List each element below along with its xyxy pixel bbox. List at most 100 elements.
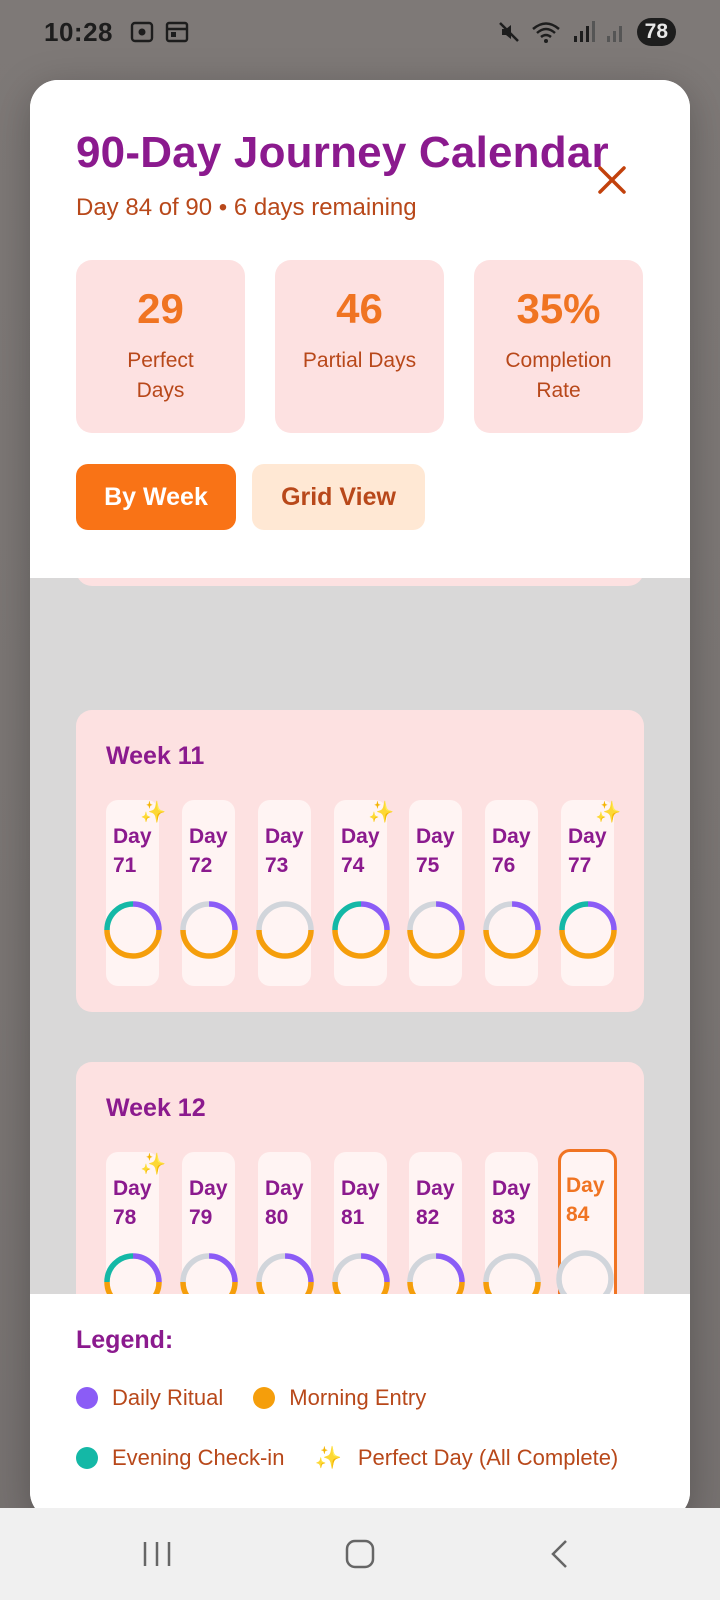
stat-label: Perfect Days bbox=[127, 349, 194, 402]
day-label: Day 78 bbox=[113, 1177, 152, 1229]
day-cell[interactable]: Day 79 bbox=[180, 1152, 238, 1294]
day-label: Day 72 bbox=[189, 825, 228, 877]
stat-value: 35% bbox=[516, 285, 601, 332]
day-label: Day 79 bbox=[189, 1177, 228, 1229]
grid-view-button[interactable]: Grid View bbox=[252, 464, 425, 530]
back-icon bbox=[551, 1540, 567, 1568]
sparkles-icon: ✨ bbox=[368, 801, 395, 824]
calendar-app-icon bbox=[165, 21, 189, 43]
legend-item-perfect-day: ✨ Perfect Day (All Complete) bbox=[314, 1445, 618, 1471]
day-cell[interactable]: Day 74 ✨ bbox=[332, 800, 394, 986]
day-cell[interactable]: Day 76 bbox=[483, 800, 541, 986]
progress-ring-icon bbox=[256, 1253, 314, 1294]
sparkles-icon: ✨ bbox=[140, 801, 167, 824]
modal-header: 90-Day Journey Calendar Day 84 of 90 • 6… bbox=[30, 80, 690, 578]
status-left-icons bbox=[129, 20, 189, 44]
progress-ring-icon bbox=[556, 1250, 614, 1294]
progress-ring-icon bbox=[104, 1253, 162, 1294]
journey-calendar-modal: 90-Day Journey Calendar Day 84 of 90 • 6… bbox=[30, 80, 690, 1520]
progress-ring-icon bbox=[104, 901, 162, 959]
teal-dot-icon bbox=[76, 1447, 98, 1469]
day-cell[interactable]: Day 72 bbox=[180, 800, 238, 986]
week-days-row: Day 71 ✨ Day 72 Day 73 Day 74 ✨ Day 75 Day 76 Da… bbox=[104, 800, 621, 986]
signal-icon bbox=[573, 21, 595, 42]
stat-perfect-days: 29 Perfect Days bbox=[76, 260, 245, 433]
legend-label: Daily Ritual bbox=[112, 1385, 224, 1410]
day-cell[interactable]: Day 80 bbox=[256, 1152, 314, 1294]
stat-completion-rate: 35% Completion Rate bbox=[474, 260, 643, 433]
status-bar: 10:28 78 bbox=[0, 0, 720, 64]
orange-dot-icon bbox=[253, 1387, 276, 1409]
progress-ring-icon bbox=[483, 1253, 541, 1294]
purple-dot-icon bbox=[76, 1387, 98, 1409]
day-cell[interactable]: Day 71 ✨ bbox=[104, 800, 166, 986]
stat-label: Partial Days bbox=[302, 349, 417, 372]
stat-value: 29 bbox=[137, 285, 184, 332]
day-label: Day 82 bbox=[416, 1177, 455, 1229]
progress-ring-icon bbox=[407, 1253, 465, 1294]
recent-apps-icon bbox=[143, 1542, 171, 1566]
week-card: Week 11 Day 71 ✨ Day 72 Day 73 Day 74 ✨ Day 75 D… bbox=[76, 710, 644, 1012]
legend-title: Legend: bbox=[76, 1326, 174, 1354]
day-label: Day 77 bbox=[568, 825, 607, 877]
day-cell[interactable]: Day 82 bbox=[407, 1152, 465, 1294]
day-label: Day 83 bbox=[492, 1177, 531, 1229]
legend-label: Evening Check-in bbox=[112, 1445, 285, 1470]
day-label: Day 80 bbox=[265, 1177, 304, 1229]
progress-ring-icon bbox=[483, 901, 541, 959]
stats-row: 29 Perfect Days 46 Partial Days 35% Comp… bbox=[76, 260, 643, 433]
day-cell[interactable]: Day 81 bbox=[332, 1152, 390, 1294]
legend-item-daily-ritual: Daily Ritual bbox=[76, 1385, 223, 1411]
week-card: Week 12 Day 78 ✨ Day 79 Day 80 Day 81 Day 82 Da… bbox=[76, 1062, 644, 1294]
close-icon bbox=[598, 166, 626, 194]
modal-title: 90-Day Journey Calendar bbox=[76, 128, 609, 177]
progress-ring-icon bbox=[332, 901, 390, 959]
signal-icon bbox=[606, 26, 622, 42]
back-button[interactable] bbox=[540, 1534, 580, 1574]
day-cell[interactable]: Day 77 ✨ bbox=[559, 800, 621, 986]
day-label: Day 84 bbox=[566, 1174, 605, 1226]
weeks-scroll-area[interactable]: Week 11 Day 71 ✨ Day 72 Day 73 Day 74 ✨ Day 75 D… bbox=[30, 578, 690, 1294]
by-week-button[interactable]: By Week bbox=[76, 464, 236, 530]
legend-label: Morning Entry bbox=[289, 1385, 427, 1410]
stat-partial-days: 46 Partial Days bbox=[275, 260, 444, 433]
previous-week-card bbox=[76, 578, 644, 586]
home-icon bbox=[345, 1539, 375, 1569]
screenshot-icon bbox=[130, 21, 154, 43]
day-label: Day 81 bbox=[341, 1177, 380, 1229]
day-cell[interactable]: Day 75 bbox=[407, 800, 465, 986]
progress-ring-icon bbox=[407, 901, 465, 959]
stat-label: Completion Rate bbox=[505, 349, 612, 402]
status-time: 10:28 bbox=[44, 16, 113, 47]
day-label: Day 75 bbox=[416, 825, 455, 877]
day-cell[interactable]: Day 73 bbox=[256, 800, 314, 986]
day-cell[interactable]: Day 83 bbox=[483, 1152, 541, 1294]
sparkles-icon: ✨ bbox=[595, 801, 622, 824]
home-button[interactable] bbox=[340, 1534, 380, 1574]
close-button[interactable] bbox=[590, 158, 634, 202]
week-days-row: Day 78 ✨ Day 79 Day 80 Day 81 Day 82 Day 83 Day… bbox=[104, 1149, 617, 1294]
wifi-icon bbox=[531, 22, 560, 43]
navigation-bar bbox=[0, 1508, 720, 1600]
legend-item-morning-entry: Morning Entry bbox=[253, 1385, 426, 1411]
progress-ring-icon bbox=[559, 901, 617, 959]
day-cell-today[interactable]: Day 84TODAY bbox=[556, 1149, 617, 1294]
sparkles-icon: ✨ bbox=[314, 1445, 342, 1470]
battery-indicator: 78 bbox=[636, 18, 676, 46]
recent-apps-button[interactable] bbox=[137, 1534, 177, 1574]
status-right-icons: 78 bbox=[497, 18, 676, 46]
day-label: Day 71 bbox=[113, 825, 152, 877]
legend-label: Perfect Day (All Complete) bbox=[357, 1445, 619, 1470]
legend-row: Daily Ritual Morning Entry bbox=[76, 1385, 456, 1411]
progress-ring-icon bbox=[256, 901, 314, 959]
legend: Legend: Daily Ritual Morning Entry Eveni… bbox=[30, 1294, 690, 1520]
stat-value: 46 bbox=[336, 285, 383, 332]
day-cell[interactable]: Day 78 ✨ bbox=[104, 1152, 166, 1294]
legend-row: Evening Check-in ✨ Perfect Day (All Comp… bbox=[76, 1445, 648, 1471]
view-toggle: By Week Grid View bbox=[76, 464, 425, 530]
day-label: Day 74 bbox=[341, 825, 380, 877]
legend-item-evening-checkin: Evening Check-in bbox=[76, 1445, 284, 1471]
modal-subtitle: Day 84 of 90 • 6 days remaining bbox=[76, 194, 417, 221]
sparkles-icon: ✨ bbox=[140, 1153, 167, 1176]
progress-ring-icon bbox=[180, 1253, 238, 1294]
